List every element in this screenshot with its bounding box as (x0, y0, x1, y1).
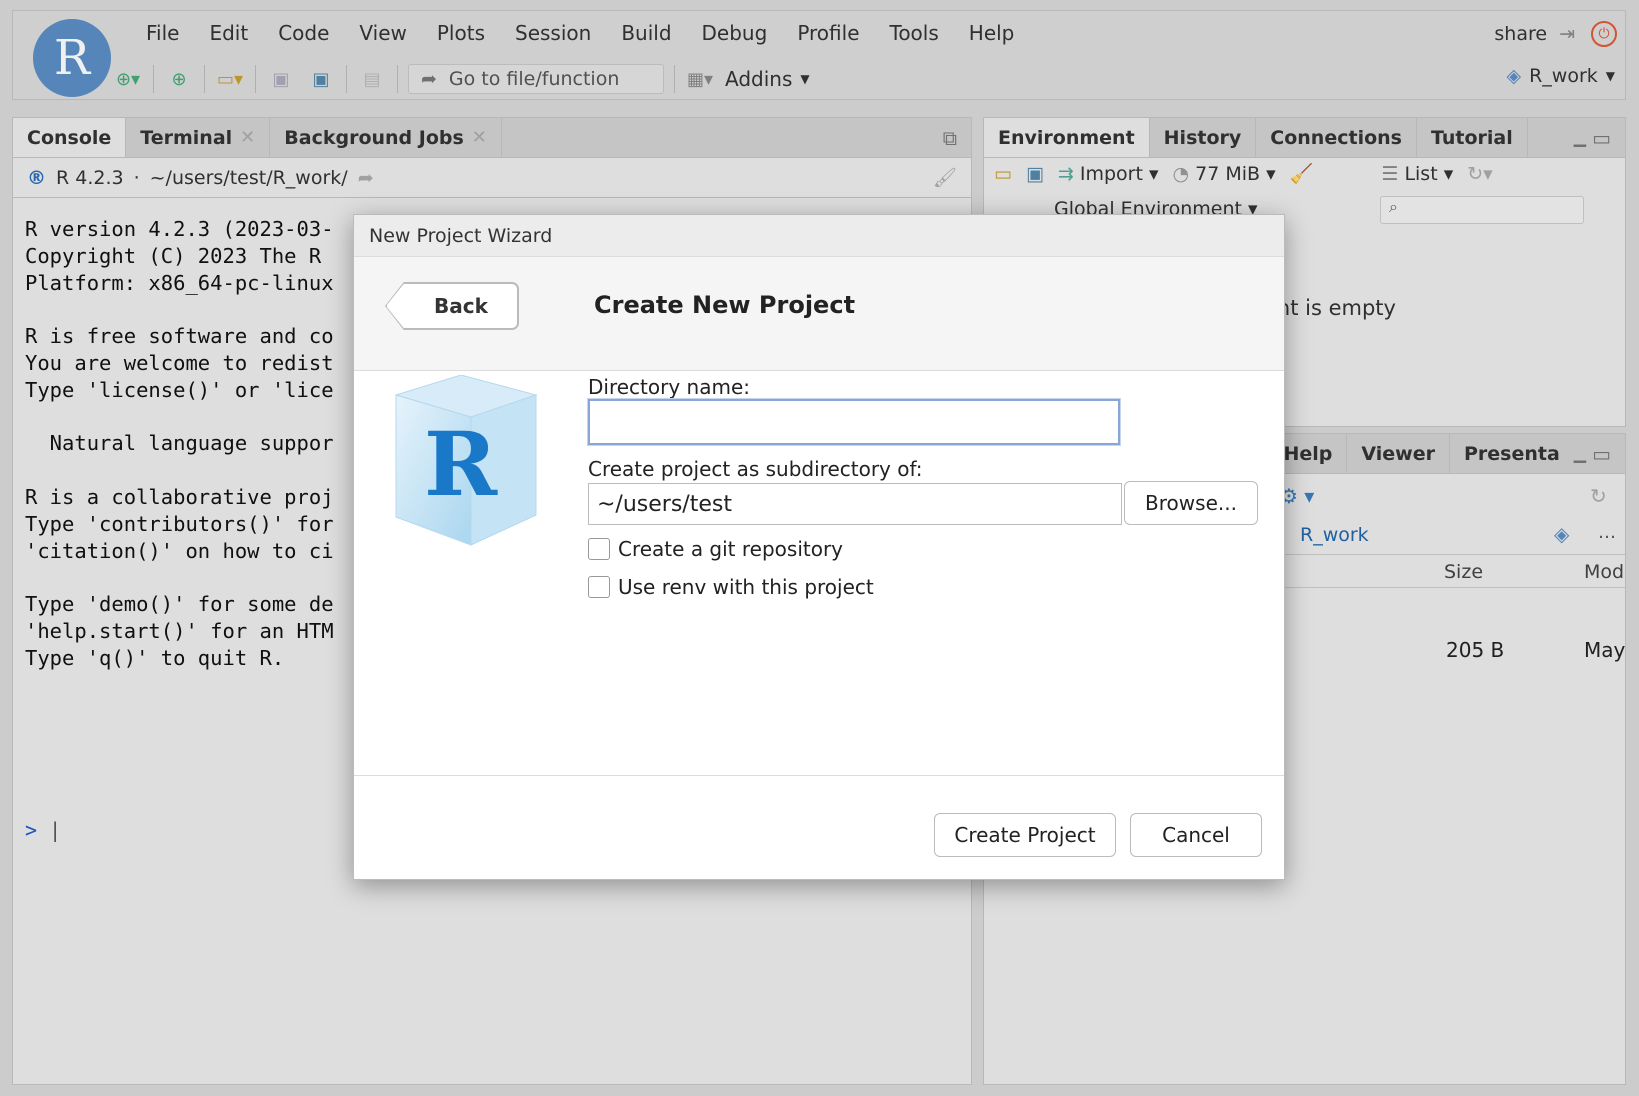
svg-text:R: R (424, 412, 498, 516)
directory-name-input[interactable] (588, 399, 1120, 445)
checkbox-box[interactable] (588, 576, 610, 598)
browse-button[interactable]: Browse... (1124, 481, 1258, 525)
dialog-heading: Create New Project (594, 291, 856, 319)
renv-label: Use renv with this project (618, 575, 874, 599)
git-repo-checkbox[interactable]: Create a git repository (588, 537, 843, 561)
create-project-button[interactable]: Create Project (934, 813, 1116, 857)
r-project-cube-icon: R (394, 375, 538, 546)
dialog-header: Back Create New Project (354, 257, 1284, 371)
dialog-footer-divider (354, 775, 1284, 776)
new-project-dialog: New Project Wizard Back Create New Proje… (353, 214, 1285, 880)
checkbox-box[interactable] (588, 538, 610, 560)
parent-directory-label: Create project as subdirectory of: (588, 457, 923, 481)
cancel-button[interactable]: Cancel (1130, 813, 1262, 857)
renv-checkbox[interactable]: Use renv with this project (588, 575, 874, 599)
directory-name-label: Directory name: (588, 375, 750, 399)
back-button[interactable]: Back (386, 283, 518, 329)
git-repo-label: Create a git repository (618, 537, 844, 561)
parent-directory-field[interactable]: ~/users/test (588, 483, 1122, 525)
dialog-title: New Project Wizard (354, 215, 1284, 257)
